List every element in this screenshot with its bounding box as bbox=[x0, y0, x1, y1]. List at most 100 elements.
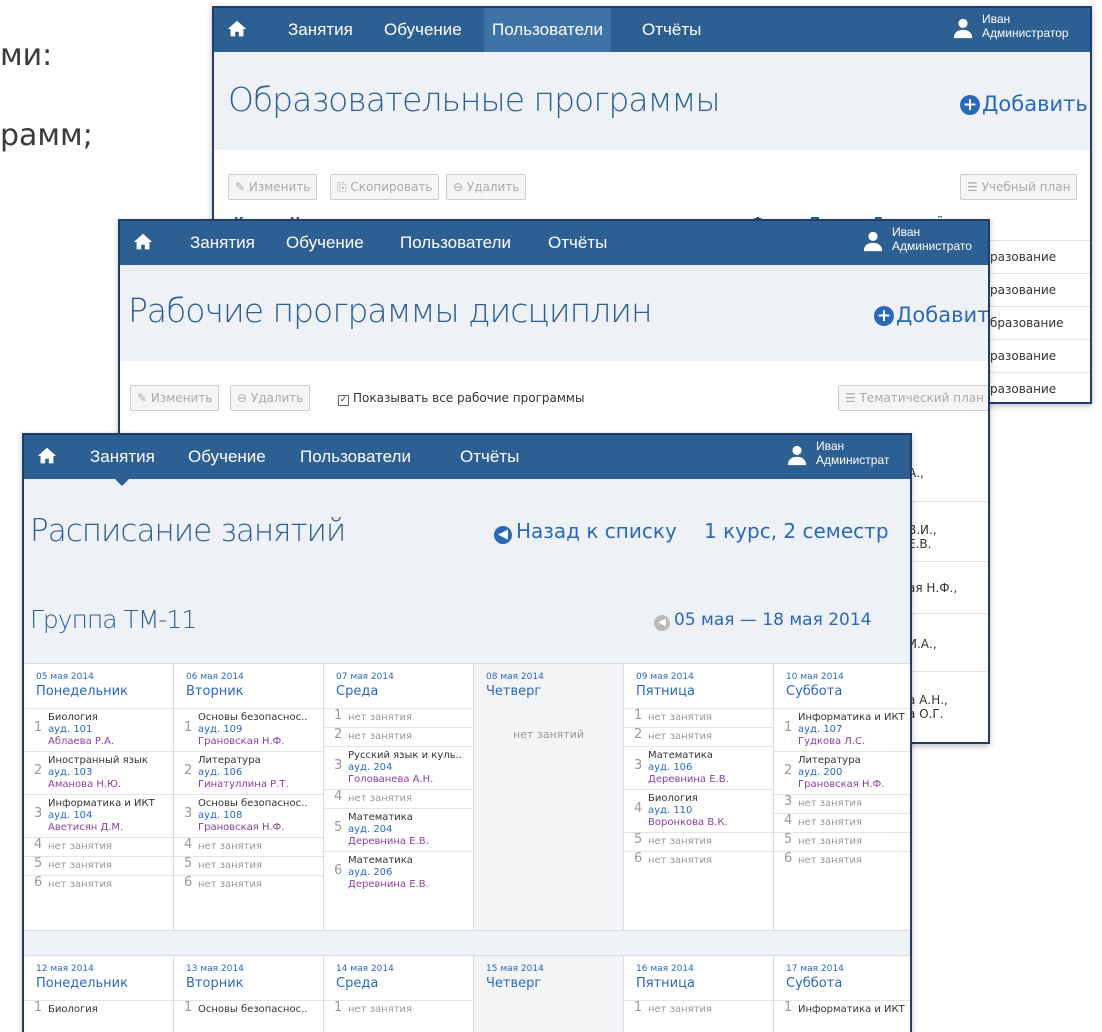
lesson-room: ауд. 109 bbox=[198, 724, 243, 735]
checkbox-icon[interactable]: ✓ bbox=[338, 395, 349, 406]
delete-button[interactable]: ⊖ Удалить bbox=[230, 385, 311, 411]
delete-button[interactable]: ⊖ Удалить bbox=[446, 174, 527, 200]
arrow-left-circle-icon[interactable]: ◀ bbox=[654, 615, 670, 631]
lesson-item[interactable]: 1 Основы безопаснос.. bbox=[174, 1000, 323, 1019]
copy-button[interactable]: ⎘ Скопировать bbox=[330, 174, 440, 200]
nav-users[interactable]: Пользователи bbox=[292, 435, 419, 479]
no-lesson-text: нет занятия bbox=[798, 798, 863, 809]
lesson-item[interactable]: 3 нет занятия bbox=[774, 794, 910, 813]
user-menu[interactable]: Иван Администрат bbox=[816, 439, 889, 467]
add-button[interactable]: +Добавить bbox=[960, 92, 1088, 116]
day-name: Вторник bbox=[186, 684, 244, 699]
lesson-item[interactable]: 6 нет занятия bbox=[774, 851, 910, 870]
day-name: Понедельник bbox=[36, 976, 128, 991]
lesson-item[interactable]: 2 Литература ауд. 200 Грановская Н.Ф. bbox=[774, 751, 910, 794]
lesson-item[interactable]: 4 нет занятия bbox=[24, 837, 173, 856]
edit-button[interactable]: ✎ Изменить bbox=[228, 174, 318, 200]
lesson-item[interactable]: 1 Основы безопаснос.. ауд. 109 Грановская Н… bbox=[174, 708, 323, 751]
lesson-item[interactable]: 6 нет занятия bbox=[174, 875, 323, 894]
lesson-number: 4 bbox=[784, 813, 793, 828]
lesson-item[interactable]: 5 Математика ауд. 204 Деревнина Е.В. bbox=[324, 808, 473, 851]
nav-lessons[interactable]: Занятия bbox=[280, 8, 361, 52]
no-lesson-text: нет занятия bbox=[48, 879, 113, 890]
plus-circle-icon: + bbox=[874, 306, 894, 326]
lesson-list: 1 нет занятия 2 нет занятия 3 Математика ауд. … bbox=[624, 708, 773, 870]
nav-education[interactable]: Обучение bbox=[376, 8, 470, 52]
lesson-item[interactable]: 2 нет занятия bbox=[624, 727, 773, 746]
lesson-item[interactable]: 3 Основы безопаснос.. ауд. 108 Грановская Н… bbox=[174, 794, 323, 837]
home-icon[interactable] bbox=[132, 231, 154, 253]
home-icon[interactable] bbox=[226, 18, 248, 40]
day-date: 12 мая 2014 bbox=[36, 964, 94, 974]
lesson-item[interactable]: 5 нет занятия bbox=[174, 856, 323, 875]
lesson-room: ауд. 108 bbox=[198, 810, 243, 821]
arrow-left-circle-icon: ◀ bbox=[494, 526, 512, 544]
lesson-number: 5 bbox=[784, 832, 793, 847]
lesson-item[interactable]: 6 Математика ауд. 206 Деревнина Е.В. bbox=[324, 851, 473, 894]
lesson-room: ауд. 204 bbox=[348, 762, 393, 773]
lesson-teacher: Гудкова Л.С. bbox=[798, 736, 866, 747]
schedule-week-2: 12 мая 2014 Понедельник 1 Биология 13 мая 20… bbox=[24, 955, 910, 1032]
add-button[interactable]: +Добавить bbox=[874, 303, 988, 327]
lesson-item[interactable]: 4 нет занятия bbox=[174, 837, 323, 856]
user-menu[interactable]: Иван Администратор bbox=[982, 12, 1069, 40]
nav-lessons[interactable]: Занятия bbox=[82, 435, 163, 479]
lesson-number: 6 bbox=[334, 863, 343, 878]
lesson-item[interactable]: 3 Информатика и ИКТ ауд. 104 Аветисян Д.М. bbox=[24, 794, 173, 837]
nav-reports[interactable]: Отчёты bbox=[540, 221, 615, 265]
lesson-list: 1 нет занятия bbox=[324, 1000, 473, 1019]
lesson-item[interactable]: 1 Информатика и ИКТ bbox=[774, 1000, 910, 1019]
table-edge: разование разование бразование разование… bbox=[988, 240, 1090, 402]
day-column: 10 мая 2014 Суббота 1 Информатика и ИКТ ауд.… bbox=[774, 664, 910, 930]
nav-lessons[interactable]: Занятия bbox=[182, 221, 263, 265]
curriculum-button[interactable]: ☰ Учебный план bbox=[960, 174, 1078, 200]
lesson-number: 5 bbox=[34, 856, 43, 871]
lesson-subject: Математика bbox=[348, 855, 413, 866]
back-to-list-link[interactable]: ◀ Назад к списку bbox=[494, 519, 677, 544]
day-date: 05 мая 2014 bbox=[36, 672, 94, 682]
lesson-item[interactable]: 5 нет занятия bbox=[24, 856, 173, 875]
edit-button[interactable]: ✎ Изменить bbox=[130, 385, 220, 411]
lesson-item[interactable]: 1 Биология ауд. 101 Аблаева Р.А. bbox=[24, 708, 173, 751]
lesson-number: 3 bbox=[184, 806, 193, 821]
nav-users[interactable]: Пользователи bbox=[392, 221, 519, 265]
nav-education[interactable]: Обучение bbox=[180, 435, 274, 479]
nav-education[interactable]: Обучение bbox=[278, 221, 372, 265]
lesson-item[interactable]: 4 нет занятия bbox=[774, 813, 910, 832]
lesson-item[interactable]: 4 Биология ауд. 110 Воронкова В.К. bbox=[624, 789, 773, 832]
user-menu[interactable]: Иван Администрато bbox=[892, 225, 972, 253]
lesson-number: 2 bbox=[634, 727, 643, 742]
show-all-checkbox[interactable]: ✓ Показывать все рабочие программы bbox=[338, 391, 584, 406]
lesson-item[interactable]: 4 нет занятия bbox=[324, 789, 473, 808]
nav-reports[interactable]: Отчёты bbox=[452, 435, 527, 479]
day-column: 15 мая 2014 Четверг bbox=[474, 956, 624, 1032]
lesson-item[interactable]: 2 Иностранный язык ауд. 103 Аманова Н.Ю. bbox=[24, 751, 173, 794]
lesson-item[interactable]: 2 Литература ауд. 106 Гинатуллина Р.Т. bbox=[174, 751, 323, 794]
lesson-number: 3 bbox=[784, 794, 793, 809]
lesson-number: 6 bbox=[784, 851, 793, 866]
date-range-nav[interactable]: ◀ 05 мая — 18 мая 2014 bbox=[654, 610, 871, 631]
lesson-item[interactable]: 1 нет занятия bbox=[624, 708, 773, 727]
lesson-item[interactable]: 1 нет занятия bbox=[324, 708, 473, 727]
lesson-item[interactable]: 3 Русский язык и куль.. ауд. 204 Голованева… bbox=[324, 746, 473, 789]
lesson-item[interactable]: 1 Биология bbox=[24, 1000, 173, 1019]
lesson-item[interactable]: 1 нет занятия bbox=[324, 1000, 473, 1019]
day-date: 17 мая 2014 bbox=[786, 964, 844, 974]
home-icon[interactable] bbox=[36, 445, 58, 467]
nav-reports[interactable]: Отчёты bbox=[634, 8, 709, 52]
course-semester-link[interactable]: 1 курс, 2 семестр bbox=[704, 519, 889, 543]
lesson-number: 1 bbox=[184, 720, 193, 735]
no-lesson-text: нет занятия bbox=[648, 855, 713, 866]
lesson-item[interactable]: 2 нет занятия bbox=[324, 727, 473, 746]
lesson-item[interactable]: 1 нет занятия bbox=[624, 1000, 773, 1019]
day-date: 06 мая 2014 bbox=[186, 672, 244, 682]
lesson-item[interactable]: 3 Математика ауд. 106 Деревнина Е.В. bbox=[624, 746, 773, 789]
lesson-item[interactable]: 5 нет занятия bbox=[774, 832, 910, 851]
table-cell: разование bbox=[990, 250, 1057, 264]
lesson-item[interactable]: 6 нет занятия bbox=[24, 875, 173, 894]
nav-users[interactable]: Пользователи bbox=[484, 8, 611, 52]
lesson-item[interactable]: 5 нет занятия bbox=[624, 832, 773, 851]
lesson-item[interactable]: 6 нет занятия bbox=[624, 851, 773, 870]
lesson-item[interactable]: 1 Информатика и ИКТ ауд. 107 Гудкова Л.С. bbox=[774, 708, 910, 751]
thematic-plan-button[interactable]: ☰ Тематический план bbox=[838, 385, 988, 411]
